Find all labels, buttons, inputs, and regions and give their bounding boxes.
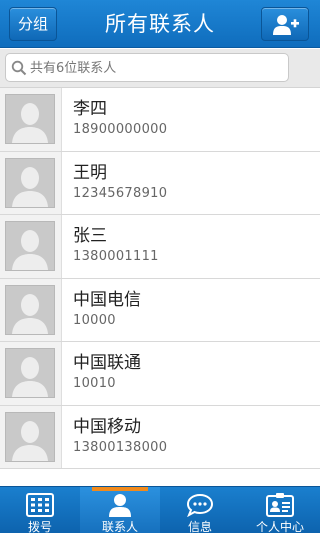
person-icon [109, 494, 131, 517]
dialpad-icon [26, 493, 54, 517]
tab-profile[interactable]: 个人中心 [240, 487, 320, 533]
app-header: 分组 所有联系人 [0, 0, 320, 48]
tab-dial[interactable]: 拨号 [0, 487, 80, 533]
contact-row[interactable]: 中国移动 13800138000 [0, 405, 320, 469]
contact-phone: 1380001111 [73, 249, 159, 264]
contact-phone: 10010 [73, 376, 116, 391]
contact-name: 中国移动 [73, 416, 141, 437]
default-avatar-icon [6, 349, 54, 397]
contact-row[interactable]: 张三 1380001111 [0, 215, 320, 279]
search-input[interactable] [30, 57, 282, 79]
default-avatar-icon [6, 412, 54, 461]
add-contact-icon [273, 15, 299, 35]
search-box[interactable] [5, 53, 289, 82]
contact-name: 张三 [73, 226, 107, 246]
contact-row[interactable]: 中国电信 10000 [0, 278, 320, 342]
tab-label: 个人中心 [255, 520, 304, 533]
message-icon [186, 493, 214, 517]
default-avatar-icon [6, 222, 54, 270]
contact-name: 中国电信 [73, 289, 141, 310]
contact-name: 王明 [73, 162, 107, 183]
contact-row[interactable]: 王明 12345678910 [0, 151, 320, 215]
tab-label: 信息 [187, 520, 212, 533]
contact-phone: 13800138000 [73, 439, 168, 455]
default-avatar-icon [6, 95, 54, 143]
default-avatar-icon [6, 158, 54, 207]
contact-phone: 12345678910 [73, 185, 168, 201]
avatar [5, 221, 55, 271]
profile-card-icon [266, 493, 294, 517]
tab-label: 联系人 [101, 520, 138, 533]
default-avatar-icon [6, 285, 54, 334]
contact-row[interactable]: 李四 18900000000 [0, 88, 320, 152]
contact-phone: 18900000000 [73, 122, 168, 137]
avatar [5, 94, 55, 144]
avatar [5, 157, 55, 208]
tab-label: 拨号 [27, 520, 52, 533]
tab-messages[interactable]: 信息 [160, 487, 240, 533]
avatar [5, 348, 55, 398]
avatar [5, 411, 55, 462]
search-icon [11, 60, 27, 76]
contact-row[interactable]: 中国联通 10010 [0, 342, 320, 406]
contact-name: 中国联通 [73, 353, 141, 373]
avatar [5, 284, 55, 335]
contact-name: 李四 [73, 99, 107, 119]
contact-list: 李四 18900000000 王明 12345678910 张三 1380001… [0, 88, 320, 486]
bottom-tab-bar: 拨号 联系人 信息 个人中心 [0, 486, 320, 533]
tab-contacts[interactable]: 联系人 [80, 487, 160, 533]
search-bar [0, 49, 320, 88]
contact-phone: 10000 [73, 312, 116, 328]
add-contact-button[interactable] [261, 7, 309, 41]
